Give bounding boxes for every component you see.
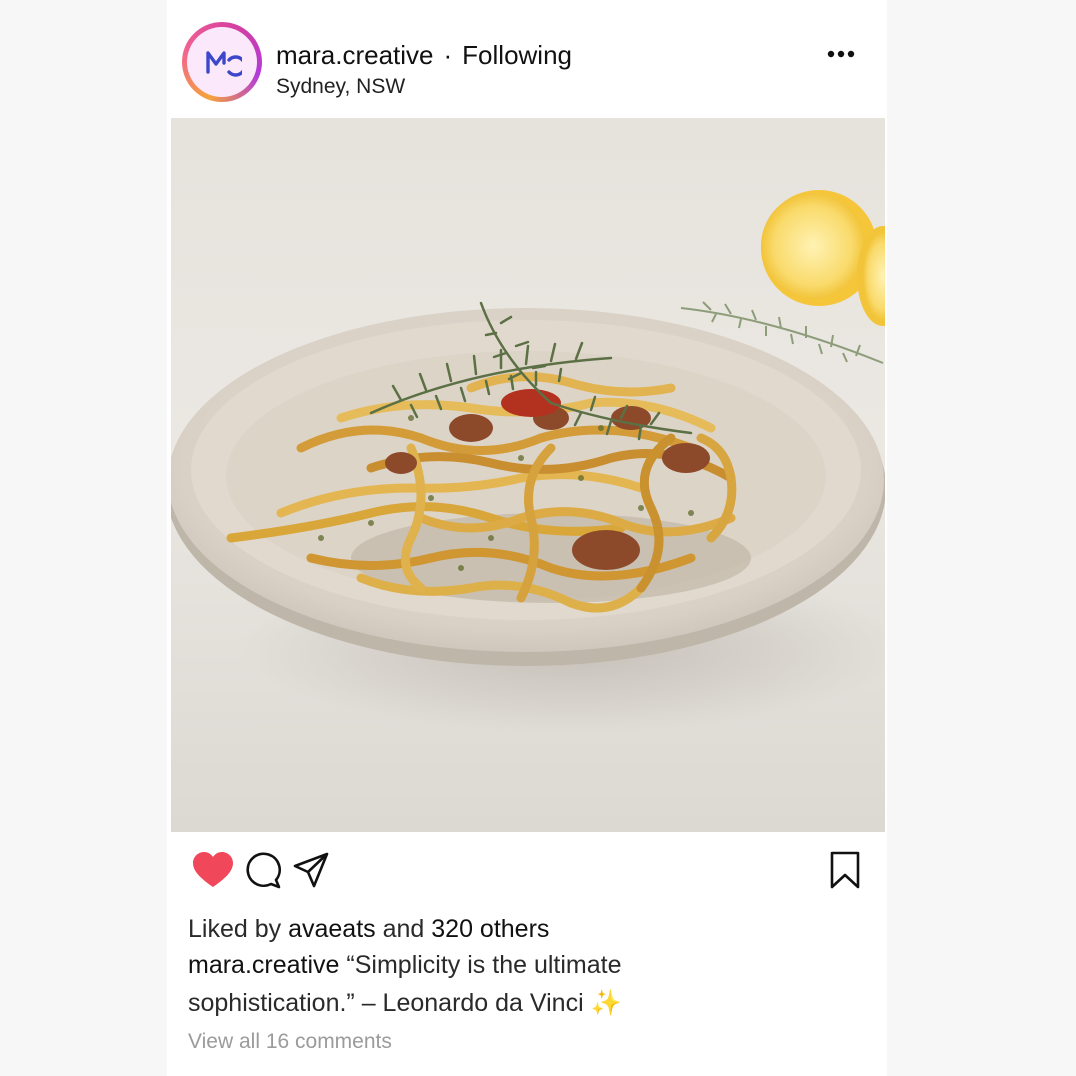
save-button[interactable] [823,848,867,892]
location-link[interactable]: Sydney, NSW [276,74,405,100]
avatar[interactable] [187,27,257,97]
post-card: mara.creative · Following Sydney, NSW Li… [167,0,887,1076]
separator-dot: · [443,40,453,70]
likes-middle: and [382,915,425,943]
send-icon [293,852,329,888]
pasta-dish-photo [171,118,885,832]
caption: mara.creative “Simplicity is the ultimat… [188,946,748,1022]
heart-filled-icon [193,852,233,887]
liked-by-user-link[interactable]: avaeats [288,915,376,943]
sparkles-icon: ✨ [590,989,622,1017]
likes-prefix: Liked by [188,915,282,943]
more-options-button[interactable] [823,40,859,68]
comment-button[interactable] [241,848,285,892]
like-button[interactable] [191,848,235,892]
post-image[interactable] [171,118,885,832]
comment-icon [246,852,281,889]
likes-summary: Liked by avaeats and 320 others [188,912,549,946]
caption-username-link[interactable]: mara.creative [188,951,339,979]
likes-count-link[interactable]: 320 others [431,915,549,943]
share-button[interactable] [289,848,333,892]
username-link[interactable]: mara.creative [276,40,434,70]
avatar-monogram-icon [206,51,242,77]
post-header: mara.creative · Following [276,38,572,72]
following-status[interactable]: Following [462,40,572,70]
view-comments-link[interactable]: View all 16 comments [188,1027,392,1057]
story-ring[interactable] [182,22,262,102]
bookmark-icon [830,851,860,889]
more-horizontal-icon [827,50,855,58]
